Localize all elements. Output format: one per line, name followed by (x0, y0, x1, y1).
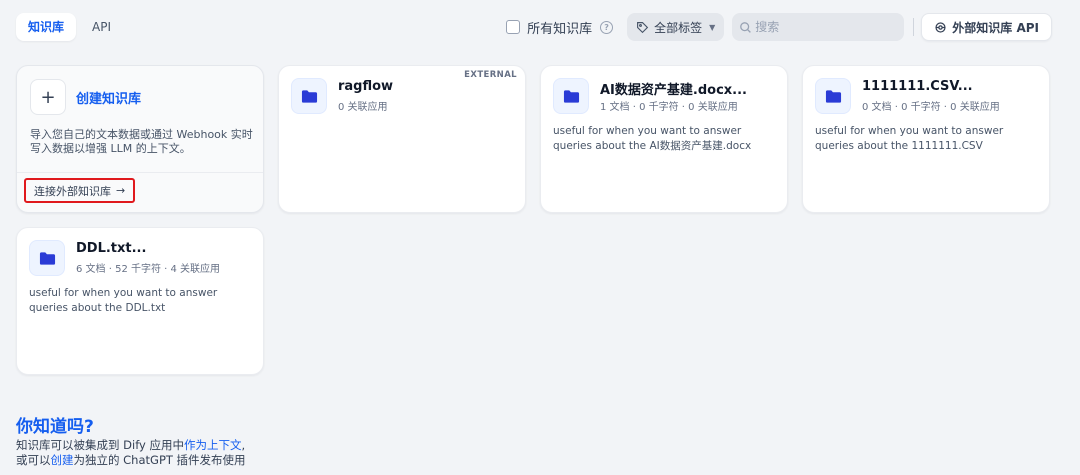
tag-filter-dropdown[interactable]: 全部标签 ▼ (627, 13, 725, 41)
folder-icon (815, 78, 851, 114)
kb-card-ragflow[interactable]: EXTERNAL ragflow 0 关联应用 (278, 65, 526, 213)
tip-line-1: 知识库可以被集成到 Dify 应用中作为上下文, (16, 438, 246, 453)
external-kb-api-button[interactable]: 外部知识库 API (921, 13, 1052, 41)
kb-description: useful for when you want to answer queri… (29, 287, 218, 314)
kb-meta: 0 文档 · 0 千字符 · 0 关联应用 (862, 102, 1000, 113)
kb-name: DDL.txt... (76, 241, 147, 256)
did-you-know-tip: 你知道吗? 知识库可以被集成到 Dify 应用中作为上下文, 或可以创建为独立的… (16, 416, 246, 468)
connect-external-kb-link[interactable]: 连接外部知识库 → (24, 178, 136, 203)
search-input[interactable] (755, 20, 896, 34)
kb-card-ai-data-asset[interactable]: AI数据资产基建.docx... 1 文档 · 0 千字符 · 0 关联应用 u… (540, 65, 788, 213)
kb-card-ddl-txt[interactable]: DDL.txt... 6 文档 · 52 千字符 · 4 关联应用 useful… (16, 227, 264, 375)
tip-text: , (241, 438, 246, 452)
tip-text: 为独立的 ChatGPT 插件发布使用 (73, 453, 246, 467)
folder-icon (29, 240, 65, 276)
tip-create-link[interactable]: 创建 (51, 453, 74, 467)
kb-meta: 0 关联应用 (338, 102, 388, 113)
all-kb-checkbox[interactable] (506, 20, 521, 34)
arrow-right-icon: → (116, 184, 126, 197)
search-box (732, 13, 905, 41)
help-icon[interactable]: ? (600, 20, 614, 34)
tip-line-2: 或可以创建为独立的 ChatGPT 插件发布使用 (16, 453, 246, 468)
tag-icon (637, 21, 649, 33)
tab-knowledge[interactable]: 知识库 (16, 13, 77, 41)
create-kb-card: + 创建知识库 导入您自己的文本数据或通过 Webhook 实时写入数据以增强 … (16, 65, 264, 213)
kb-name: ragflow (338, 79, 394, 94)
kb-description: useful for when you want to answer queri… (815, 125, 1004, 152)
search-icon (740, 21, 752, 33)
plus-icon: + (30, 79, 66, 115)
all-kb-toggle[interactable]: 所有知识库 ? (506, 18, 614, 37)
create-kb-description: 导入您自己的文本数据或通过 Webhook 实时写入数据以增强 LLM 的上下文… (30, 128, 253, 155)
tab-api[interactable]: API (80, 13, 123, 41)
external-kb-api-label: 外部知识库 API (952, 20, 1039, 35)
api-icon (935, 21, 946, 33)
folder-icon (291, 78, 327, 114)
top-bar: 知识库 API 所有知识库 ? 全部标签 ▼ 搜索 外部知识库 API (0, 0, 1080, 56)
create-kb-button[interactable]: + 创建知识库 (30, 79, 141, 115)
tag-filter-label: 全部标签 (654, 20, 703, 35)
chevron-down-icon: ▼ (709, 22, 716, 32)
tip-title: 你知道吗? (16, 417, 94, 437)
folder-icon (553, 78, 589, 114)
kb-meta: 1 文档 · 0 千字符 · 0 关联应用 (600, 102, 738, 113)
kb-name: 1111111.CSV... (862, 79, 973, 94)
tip-context-link[interactable]: 作为上下文 (184, 438, 242, 452)
all-kb-label: 所有知识库 (527, 21, 593, 37)
connect-external-kb-label: 连接外部知识库 (34, 184, 111, 198)
kb-card-1111111-csv[interactable]: 1111111.CSV... 0 文档 · 0 千字符 · 0 关联应用 use… (802, 65, 1050, 213)
tip-text: 知识库可以被集成到 Dify 应用中 (16, 438, 185, 452)
kb-description: useful for when you want to answer queri… (553, 125, 752, 152)
card-divider (17, 172, 263, 173)
tab-group: 知识库 API (16, 13, 123, 41)
tip-text: 或可以 (16, 453, 51, 467)
kb-name: AI数据资产基建.docx... (600, 83, 747, 98)
divider (913, 18, 915, 36)
create-kb-title: 创建知识库 (76, 91, 142, 107)
kb-meta: 6 文档 · 52 千字符 · 4 关联应用 (76, 264, 221, 275)
filter-controls: 所有知识库 ? 全部标签 ▼ 外部知识库 API (506, 13, 1052, 41)
